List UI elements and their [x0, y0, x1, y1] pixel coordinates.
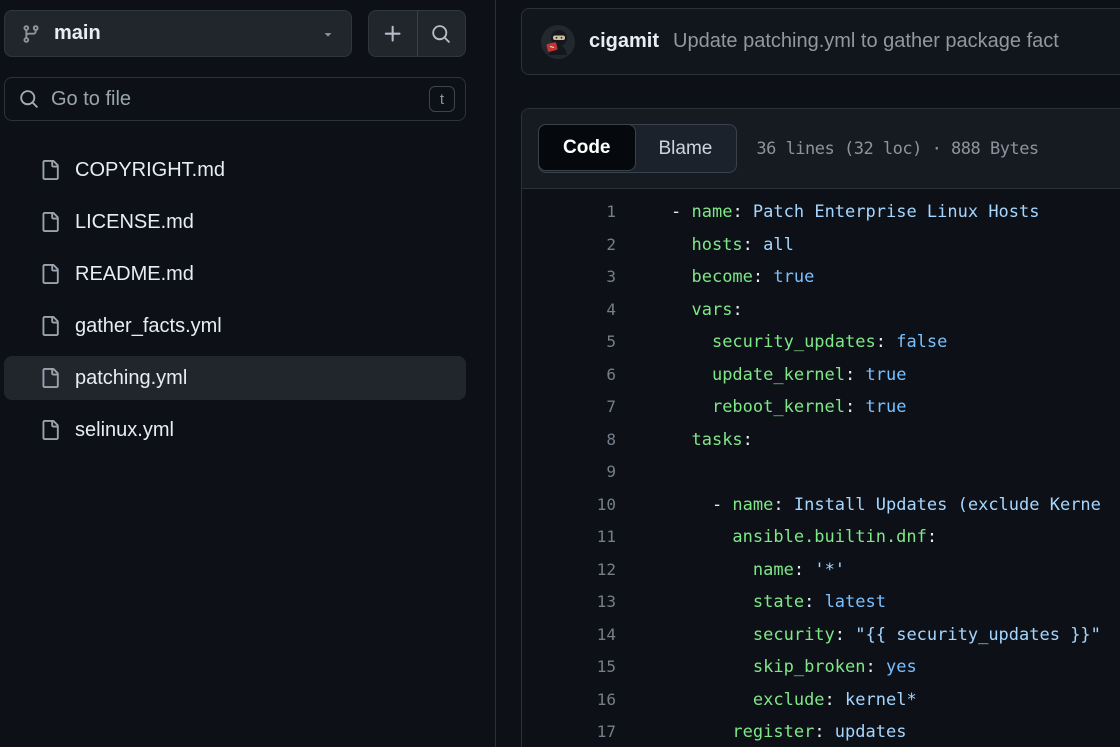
go-to-file-input[interactable]	[51, 88, 429, 111]
line-content: security_updates: false	[671, 326, 947, 359]
code-line: 13 state: latest	[522, 586, 1120, 619]
line-number[interactable]: 5	[522, 326, 616, 359]
tab-blame[interactable]: Blame	[635, 125, 737, 172]
line-content: tasks:	[671, 424, 753, 457]
file-icon	[40, 368, 60, 388]
file-row[interactable]: selinux.yml	[4, 408, 466, 452]
code-line: 17 register: updates	[522, 716, 1120, 747]
file-icon	[40, 212, 60, 232]
line-content: - name: Install Updates (exclude Kerne	[671, 489, 1101, 522]
line-number[interactable]: 3	[522, 261, 616, 294]
line-number[interactable]: 16	[522, 684, 616, 717]
code-line: 3 become: true	[522, 261, 1120, 294]
file-meta-info: 36 lines (32 loc) · 888 Bytes	[756, 139, 1038, 159]
go-to-file-box: t	[4, 77, 466, 121]
line-content: - name: Patch Enterprise Linux Hosts	[671, 196, 1040, 229]
file-icon	[40, 264, 60, 284]
code-line: 12 name: '*'	[522, 554, 1120, 587]
line-number[interactable]: 8	[522, 424, 616, 457]
code-line: 1 - name: Patch Enterprise Linux Hosts	[522, 196, 1120, 229]
line-number[interactable]: 10	[522, 489, 616, 522]
git-branch-icon	[21, 24, 41, 44]
tree-actions-group	[368, 10, 466, 57]
line-number[interactable]: 2	[522, 229, 616, 262]
line-number[interactable]: 14	[522, 619, 616, 652]
code-line: 8 tasks:	[522, 424, 1120, 457]
search-icon	[431, 24, 451, 44]
file-name: patching.yml	[75, 367, 187, 390]
code-line: 2 hosts: all	[522, 229, 1120, 262]
line-content: state: latest	[671, 586, 886, 619]
code-line: 14 security: "{{ security_updates }}"	[522, 619, 1120, 652]
line-content: skip_broken: yes	[671, 651, 917, 684]
file-name: selinux.yml	[75, 419, 174, 442]
code-line: 7 reboot_kernel: true	[522, 391, 1120, 424]
branch-name: main	[54, 22, 101, 45]
code-line: 11 ansible.builtin.dnf:	[522, 521, 1120, 554]
plus-icon	[382, 23, 404, 45]
file-row[interactable]: gather_facts.yml	[4, 304, 466, 348]
code-line: 5 security_updates: false	[522, 326, 1120, 359]
file-name: LICENSE.md	[75, 211, 194, 234]
code-lines: 1- name: Patch Enterprise Linux Hosts2 h…	[522, 189, 1120, 747]
file-name: README.md	[75, 263, 194, 286]
line-content: hosts: all	[671, 229, 794, 262]
file-icon	[40, 316, 60, 336]
file-row[interactable]: COPYRIGHT.md	[4, 148, 466, 192]
code-line: 4 vars:	[522, 294, 1120, 327]
line-number[interactable]: 9	[522, 456, 616, 489]
branch-selector-button[interactable]: main	[4, 10, 352, 57]
code-line: 15 skip_broken: yes	[522, 651, 1120, 684]
line-content: reboot_kernel: true	[671, 391, 906, 424]
code-line: 6 update_kernel: true	[522, 359, 1120, 392]
file-tree: COPYRIGHT.md LICENSE.md README.md gather_fa…	[4, 148, 466, 452]
file-view-panel: cigamit Update patching.yml to gather pa…	[521, 0, 1120, 747]
file-tree-sidebar: main t COPYRIGHT.mdLICENSE.mdREADME.m	[0, 0, 496, 747]
code-line: 16 exclude: kernel*	[522, 684, 1120, 717]
file-row[interactable]: LICENSE.md	[4, 200, 466, 244]
file-icon	[40, 160, 60, 180]
latest-commit-banner: cigamit Update patching.yml to gather pa…	[521, 8, 1120, 75]
search-icon	[19, 89, 39, 109]
line-content: exclude: kernel*	[671, 684, 917, 717]
commit-author-link[interactable]: cigamit	[589, 30, 659, 53]
line-number[interactable]: 11	[522, 521, 616, 554]
line-number[interactable]: 4	[522, 294, 616, 327]
line-content: update_kernel: true	[671, 359, 906, 392]
commit-message-link[interactable]: Update patching.yml to gather package fa…	[673, 30, 1059, 53]
file-row[interactable]: patching.yml	[4, 356, 466, 400]
shortcut-key-badge: t	[429, 86, 455, 112]
code-line: 10 - name: Install Updates (exclude Kern…	[522, 489, 1120, 522]
line-number[interactable]: 15	[522, 651, 616, 684]
avatar[interactable]	[541, 25, 575, 59]
search-this-repo-button[interactable]	[417, 11, 466, 56]
line-content: vars:	[671, 294, 743, 327]
code-view: Code Blame 36 lines (32 loc) · 888 Bytes…	[521, 108, 1120, 747]
file-icon	[40, 420, 60, 440]
chevron-down-icon	[321, 27, 335, 41]
code-view-header: Code Blame 36 lines (32 loc) · 888 Bytes	[522, 109, 1120, 189]
file-name: COPYRIGHT.md	[75, 159, 225, 182]
line-content: become: true	[671, 261, 814, 294]
line-content: name: '*'	[671, 554, 845, 587]
code-blame-switcher: Code Blame	[538, 124, 737, 173]
line-content: ansible.builtin.dnf:	[671, 521, 937, 554]
line-number[interactable]: 13	[522, 586, 616, 619]
line-number[interactable]: 17	[522, 716, 616, 747]
file-name: gather_facts.yml	[75, 315, 222, 338]
tab-code[interactable]: Code	[538, 124, 636, 171]
line-content: security: "{{ security_updates }}"	[671, 619, 1101, 652]
add-file-button[interactable]	[369, 11, 417, 56]
line-number[interactable]: 1	[522, 196, 616, 229]
line-number[interactable]: 12	[522, 554, 616, 587]
line-content: register: updates	[671, 716, 906, 747]
code-line: 9	[522, 456, 1120, 489]
file-row[interactable]: README.md	[4, 252, 466, 296]
line-number[interactable]: 7	[522, 391, 616, 424]
sidebar-topbar: main	[4, 10, 466, 57]
line-number[interactable]: 6	[522, 359, 616, 392]
